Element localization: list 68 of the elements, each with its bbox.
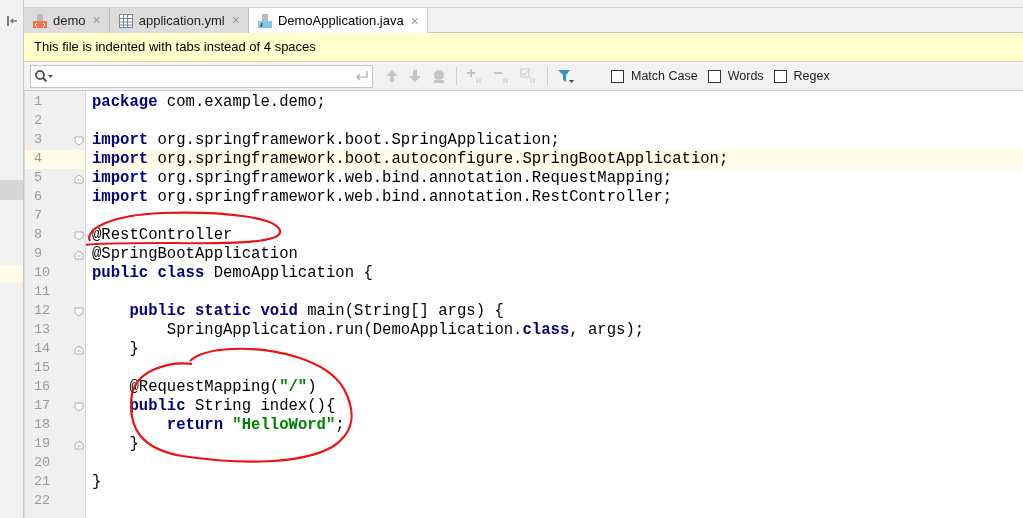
enter-icon [355, 70, 369, 82]
line-number: 15 [33, 359, 51, 378]
line-number: 1 [33, 93, 43, 112]
search-icon [34, 69, 54, 83]
fold-marker-icon[interactable] [74, 173, 84, 184]
checkbox-label[interactable]: Regex [793, 66, 830, 86]
line-number: 21 [33, 473, 51, 492]
fold-marker-icon[interactable] [74, 306, 84, 317]
line-number: 7 [33, 207, 43, 226]
down-arrow-icon[interactable] [408, 69, 422, 83]
line-number: 13 [33, 321, 51, 340]
line-number: 10 [33, 264, 51, 283]
code-line: SpringApplication.run(DemoApplication.class, args); [165, 321, 645, 339]
select-all-occurrences-icon[interactable] [520, 68, 538, 84]
line-number: 6 [33, 188, 43, 207]
up-arrow-icon[interactable] [385, 69, 399, 83]
code-line: } [128, 435, 139, 453]
code-line: @RestController [92, 226, 233, 244]
table-file-icon [117, 12, 134, 29]
add-occurrence-icon[interactable] [466, 68, 484, 84]
code-line: package com.example.demo; [92, 93, 326, 111]
line-number: 5 [33, 169, 43, 188]
code-line: import org.springframework.web.bind.annotation.RestController; [92, 188, 673, 206]
search-field[interactable] [30, 64, 373, 88]
line-number: 3 [33, 131, 43, 150]
code-line: return "HelloWord"; [165, 416, 345, 434]
editor-tab[interactable]: application.yml × [109, 8, 249, 33]
code-line: public class DemoApplication { [92, 264, 373, 282]
fold-marker-icon[interactable] [74, 344, 84, 355]
fold-marker-icon[interactable] [74, 135, 84, 146]
collapse-panel-icon[interactable] [5, 14, 18, 27]
code-line: } [92, 473, 102, 491]
line-number: 17 [33, 397, 51, 416]
line-number: 4 [33, 150, 43, 169]
line-number: 8 [33, 226, 43, 245]
code-line: public static void main(String[] args) { [128, 302, 504, 320]
line-number: 12 [33, 302, 51, 321]
code-line: @SpringBootApplication [92, 245, 298, 263]
filter-icon[interactable] [557, 68, 575, 84]
line-number: 16 [33, 378, 51, 397]
code-line: import org.springframework.web.bind.annotation.RequestMapping; [92, 169, 673, 187]
line-number: 11 [33, 283, 51, 302]
line-number: 18 [33, 416, 51, 435]
code-line: import org.springframework.boot.autoconfigure.SpringBootApplication; [92, 150, 729, 168]
panel-row-highlight [0, 265, 23, 283]
code-line: } [128, 340, 139, 358]
line-number: 14 [33, 340, 51, 359]
line-number: 20 [33, 454, 51, 473]
checkbox[interactable] [773, 69, 787, 83]
editor-tab[interactable]: demo × [24, 8, 110, 33]
checkbox-label[interactable]: Words [727, 66, 764, 86]
fold-marker-icon[interactable] [74, 401, 84, 412]
line-number: 9 [33, 245, 43, 264]
editor-tab[interactable]: DemoApplication.java × [248, 8, 428, 34]
line-number: 22 [33, 492, 51, 511]
java-file-icon [256, 13, 273, 29]
find-all-icon[interactable] [431, 68, 447, 84]
module-file-icon [32, 12, 48, 29]
fold-marker-icon[interactable] [74, 230, 84, 241]
checkbox[interactable] [611, 69, 624, 83]
fold-marker-icon[interactable] [74, 249, 84, 260]
code-line: import org.springframework.boot.SpringApplication; [92, 131, 560, 149]
fold-marker-icon[interactable] [74, 439, 84, 450]
line-number: 19 [33, 435, 51, 454]
line-number: 2 [33, 112, 43, 131]
notification-text: This file is indented with tabs instead of 4 spaces [34, 38, 316, 57]
checkbox[interactable] [707, 69, 721, 83]
checkbox-label[interactable]: Match Case [631, 66, 698, 86]
